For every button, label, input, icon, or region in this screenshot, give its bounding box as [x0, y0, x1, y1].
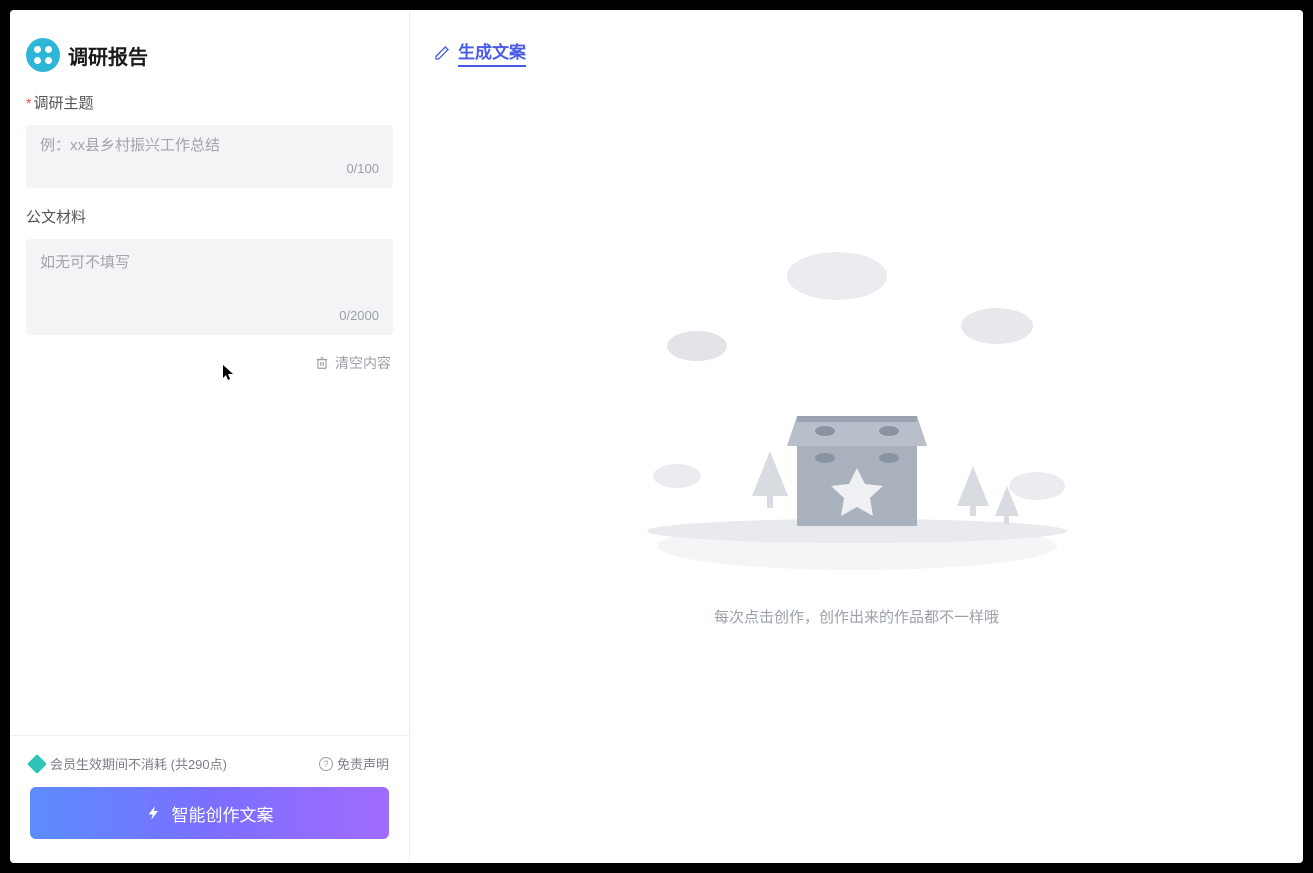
main-header: 生成文案 [410, 10, 1303, 79]
logo-icon [26, 38, 60, 72]
material-label-text: 公文材料 [26, 206, 86, 227]
material-label: 公文材料 [26, 206, 393, 227]
footer-info: 会员生效期间不消耗 (共290点) ? 免责声明 [30, 754, 389, 773]
topic-counter: 0/100 [40, 161, 379, 176]
required-mark: * [26, 95, 31, 111]
material-field-group: 公文材料 0/2000 [26, 206, 393, 335]
material-counter: 0/2000 [40, 308, 379, 323]
topic-input-wrap: 0/100 [26, 125, 393, 188]
credits: 会员生效期间不消耗 (共290点) [30, 754, 227, 773]
trash-icon [315, 356, 329, 370]
page-title: 调研报告 [68, 41, 148, 70]
disclaimer-text: 免责声明 [337, 754, 389, 773]
topic-field-group: * 调研主题 0/100 [26, 92, 393, 188]
app-root: 调研报告 * 调研主题 0/100 公文材料 0/2000 [10, 10, 1303, 863]
main-header-title[interactable]: 生成文案 [458, 38, 526, 67]
clear-label: 清空内容 [335, 353, 391, 373]
empty-illustration [617, 236, 1097, 576]
disclaimer-link[interactable]: ? 免责声明 [319, 754, 389, 773]
bolt-icon [146, 804, 162, 822]
topic-label: * 调研主题 [26, 92, 393, 113]
topic-label-text: 调研主题 [33, 92, 93, 113]
info-icon: ? [319, 757, 333, 771]
sidebar: 调研报告 * 调研主题 0/100 公文材料 0/2000 [10, 10, 410, 863]
empty-text: 每次点击创作，创作出来的作品都不一样哦 [714, 606, 999, 627]
sidebar-footer: 会员生效期间不消耗 (共290点) ? 免责声明 智能创作文案 [10, 735, 409, 863]
sidebar-header: 调研报告 [10, 10, 409, 92]
generate-label: 智能创作文案 [172, 801, 274, 826]
main-panel: 生成文案 [410, 10, 1303, 863]
topic-input[interactable] [40, 137, 379, 154]
pencil-icon [434, 45, 450, 61]
generate-button[interactable]: 智能创作文案 [30, 787, 389, 839]
diamond-icon [27, 754, 47, 774]
clear-button[interactable]: 清空内容 [26, 353, 393, 373]
empty-state: 每次点击创作，创作出来的作品都不一样哦 [410, 79, 1303, 863]
credits-text: 会员生效期间不消耗 (共290点) [50, 754, 227, 773]
material-input-wrap: 0/2000 [26, 239, 393, 335]
material-textarea[interactable] [40, 251, 379, 302]
form-body: * 调研主题 0/100 公文材料 0/2000 [10, 92, 409, 735]
